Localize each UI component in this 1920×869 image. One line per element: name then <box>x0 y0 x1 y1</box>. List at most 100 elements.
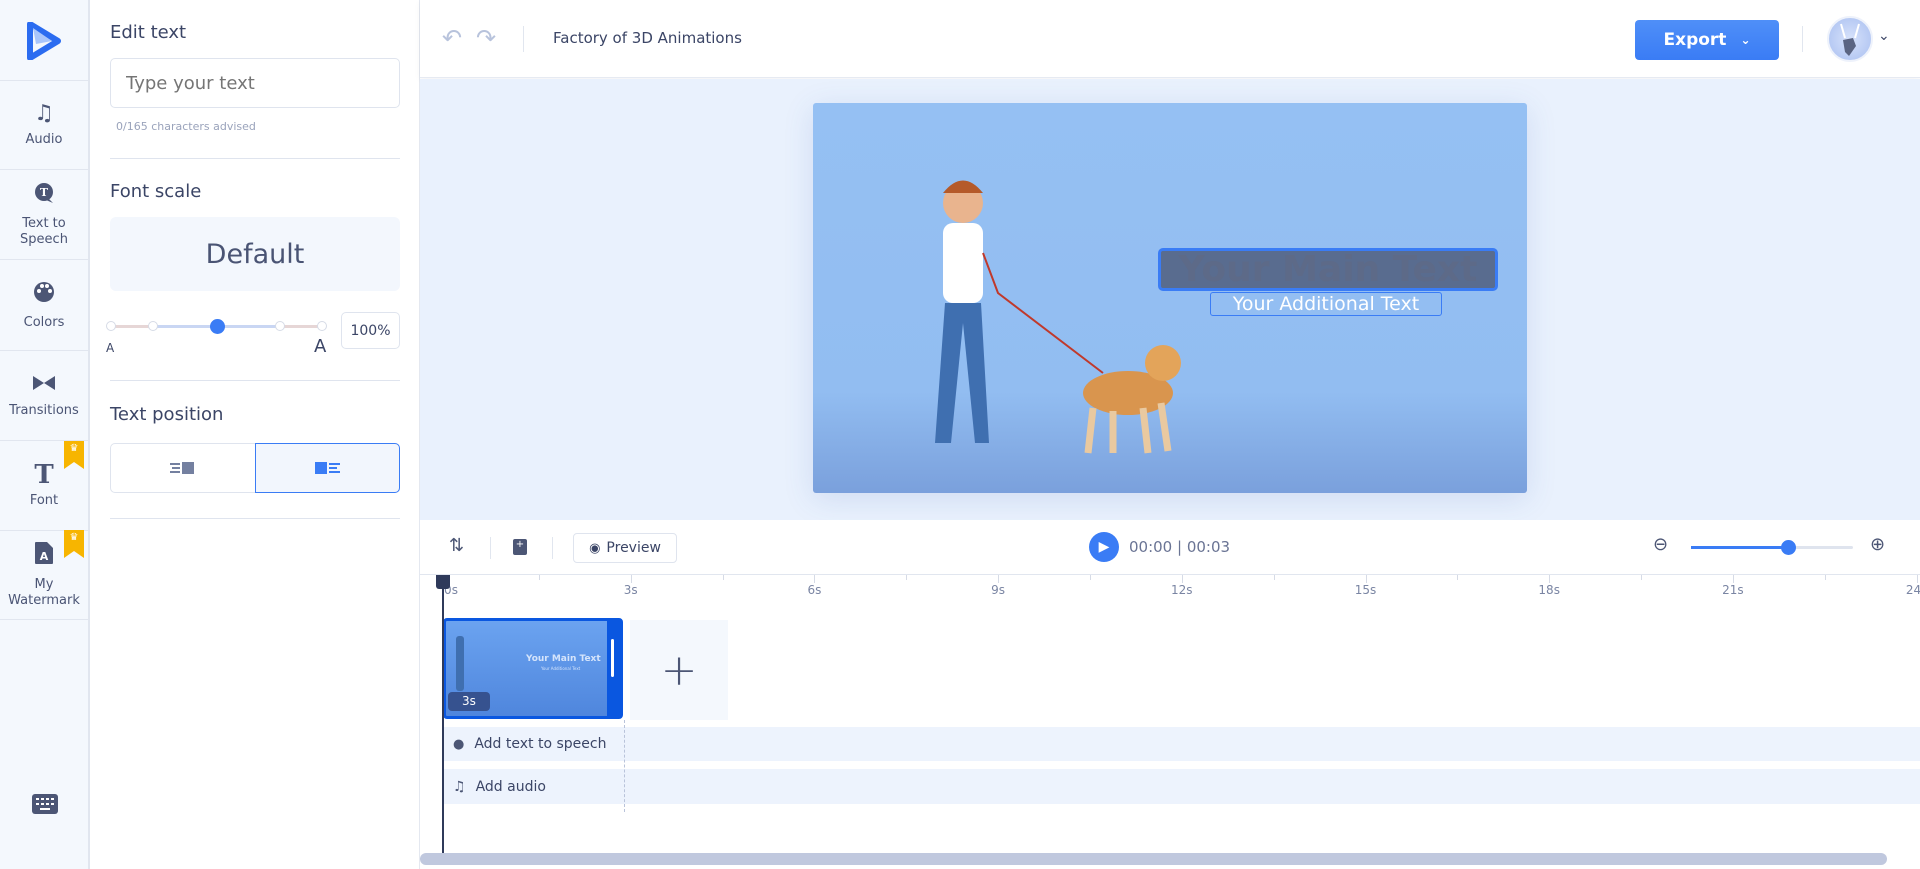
sidebar-item-label: My Watermark <box>8 576 80 608</box>
redo-icon[interactable]: ↷ <box>476 24 496 52</box>
zoom-slider[interactable] <box>1691 540 1853 555</box>
ruler-minor-tick <box>1824 575 1826 580</box>
slider-thumb[interactable] <box>210 319 225 334</box>
ruler-minor-tick <box>1641 575 1642 580</box>
timeline: 0s3s6s9s12s15s18s21s24s Your Main Text Y… <box>420 575 1920 869</box>
add-scene-button[interactable]: + <box>630 620 728 720</box>
project-title[interactable]: Factory of 3D Animations <box>553 29 742 47</box>
sidebar-item-label: Colors <box>23 314 65 330</box>
scene-illustration <box>935 180 1181 454</box>
text-position-right-image-button[interactable] <box>110 443 256 493</box>
clip-figure-thumbnail <box>456 636 464 691</box>
speech-bubble-t-icon: T <box>33 182 55 210</box>
svg-text:A: A <box>40 550 49 563</box>
text-left-image-right-icon <box>170 462 194 474</box>
avatar[interactable] <box>1827 16 1873 62</box>
font-large-label: A <box>314 336 327 357</box>
scene-clip[interactable]: Your Main Text Your Additional Text 3s <box>443 618 623 719</box>
sidebar-item-text-to-speech[interactable]: T Text to Speech <box>0 170 88 260</box>
sidebar-item-transitions[interactable]: Transitions <box>0 351 88 441</box>
video-canvas[interactable]: Your Main Text Your Additional Text <box>813 103 1527 493</box>
ruler-label: 3s <box>623 583 638 597</box>
undo-icon[interactable]: ↶ <box>442 24 462 52</box>
sidebar: ♫ Audio T Text to Speech Colors Transition… <box>0 0 90 869</box>
top-bar: ↶ ↷ Factory of 3D Animations Export ⌄ ⌄ <box>420 0 1920 78</box>
text-position-left-image-button[interactable] <box>255 443 400 493</box>
zoom-slider-thumb[interactable] <box>1781 540 1796 555</box>
ruler-tick <box>1916 575 1918 583</box>
font-scale-slider[interactable] <box>106 319 327 334</box>
preview-button[interactable]: ◉ Preview <box>573 533 677 563</box>
add-audio-track[interactable]: ♫ Add audio <box>443 769 1920 804</box>
swap-scenes-icon[interactable]: ⇅ <box>449 535 464 556</box>
premium-crown-icon: ♛ <box>64 441 84 469</box>
music-note-icon: ♫ <box>453 778 466 795</box>
ruler-label: 15s <box>1354 583 1377 597</box>
ruler-minor-tick <box>722 575 724 580</box>
ruler-tick <box>1365 575 1367 583</box>
char-counter: 0/165 characters advised <box>116 120 256 133</box>
svg-text:T: T <box>40 186 49 199</box>
keyboard-shortcuts-icon[interactable] <box>32 794 58 814</box>
audio-label: Add audio <box>475 778 546 795</box>
ruler-tick <box>1732 575 1734 583</box>
ruler-label: 12s <box>1171 583 1193 597</box>
play-button[interactable]: ▶ <box>1089 532 1119 562</box>
ruler-minor-tick <box>906 575 908 580</box>
ruler-tick <box>1549 575 1551 583</box>
divider <box>110 380 400 381</box>
main-text-overlay[interactable]: Your Main Text <box>1158 248 1498 291</box>
text-position-title: Text position <box>110 404 224 425</box>
playhead-handle[interactable] <box>436 575 450 589</box>
ruler-label: 9s <box>991 583 1006 597</box>
palette-icon <box>33 281 55 309</box>
export-button[interactable]: Export ⌄ <box>1635 20 1779 60</box>
sidebar-item-colors[interactable]: Colors <box>0 261 88 351</box>
ruler-minor-tick <box>1273 575 1275 580</box>
sidebar-item-label: Text to Speech <box>20 215 68 247</box>
account-chevron-down-icon[interactable]: ⌄ <box>1878 28 1890 44</box>
ruler-label: 6s <box>807 583 822 597</box>
divider <box>1802 26 1803 52</box>
divider <box>110 158 400 159</box>
add-text-to-speech-track[interactable]: ● Add text to speech <box>443 727 1920 761</box>
text-input[interactable] <box>110 58 400 108</box>
ruler-label: 18s <box>1538 583 1560 597</box>
image-left-text-right-icon <box>314 462 340 474</box>
eye-icon: ◉ <box>589 540 601 556</box>
watermark-file-icon: A <box>34 541 54 571</box>
music-note-icon: ♫ <box>34 101 54 126</box>
app-logo[interactable] <box>26 21 62 61</box>
sidebar-item-label: Transitions <box>9 402 79 418</box>
divider <box>523 26 524 52</box>
zoom-in-icon[interactable]: ⊕ <box>1870 534 1885 555</box>
ruler-tick <box>1181 575 1183 583</box>
chevron-down-icon: ⌄ <box>1740 33 1751 47</box>
ruler-minor-tick <box>538 575 540 580</box>
font-t-icon: T <box>34 459 54 490</box>
font-scale-preview: Default <box>110 217 400 291</box>
sidebar-item-label: Audio <box>25 132 63 147</box>
font-small-label: A <box>106 341 115 355</box>
time-ruler[interactable]: 0s3s6s9s12s15s18s21s24s <box>420 575 1920 601</box>
preview-stage: Your Main Text Your Additional Text <box>420 79 1920 520</box>
clip-additional-text: Your Additional Text <box>541 666 581 671</box>
duplicate-scene-icon[interactable]: + <box>513 539 527 555</box>
edit-panel: Edit text 0/165 characters advised Font … <box>90 0 420 869</box>
additional-text-overlay[interactable]: Your Additional Text <box>1210 292 1442 316</box>
ruler-label: 24s <box>1905 583 1920 597</box>
divider <box>552 537 553 559</box>
ruler-tick <box>814 575 816 583</box>
zoom-out-icon[interactable]: ⊖ <box>1653 534 1668 555</box>
sidebar-item-audio[interactable]: ♫ Audio <box>0 80 88 170</box>
horizontal-scrollbar[interactable] <box>420 853 1887 865</box>
playhead[interactable] <box>442 575 444 855</box>
ruler-minor-tick <box>1089 575 1091 580</box>
bowtie-icon <box>32 373 56 397</box>
sidebar-item-my-watermark[interactable]: ♛ A My Watermark <box>0 530 88 620</box>
clip-resize-handle[interactable] <box>611 639 614 677</box>
preview-label: Preview <box>606 540 661 556</box>
ruler-minor-tick <box>1457 575 1459 580</box>
font-scale-value[interactable]: 100% <box>341 312 400 349</box>
sidebar-item-font[interactable]: ♛ T Font <box>0 441 88 531</box>
